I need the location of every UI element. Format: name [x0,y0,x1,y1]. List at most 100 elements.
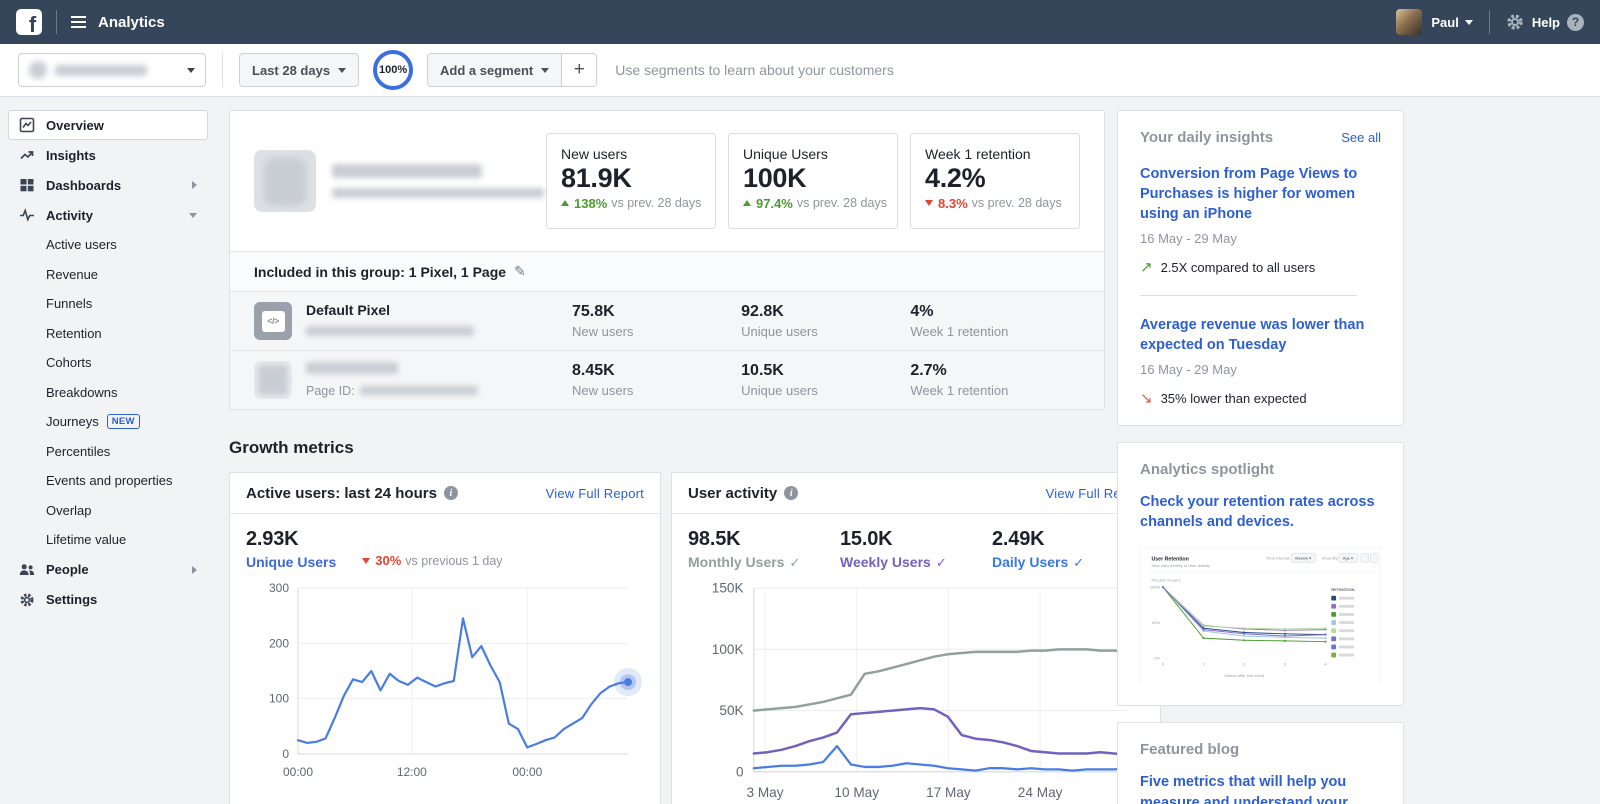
sidebar-item-breakdowns[interactable]: Breakdowns [8,378,208,408]
entity-selector-dropdown[interactable] [18,53,206,87]
add-segment-dropdown[interactable]: Add a segment [427,53,562,87]
featured-blog-card: Featured blog Five metrics that will hel… [1117,722,1404,804]
svg-text:00:00: 00:00 [283,765,313,779]
blog-post-link[interactable]: Five metrics that will help you measure … [1140,772,1381,804]
svg-text:12:00: 12:00 [397,765,427,779]
entity-name[interactable]: Default Pixel [306,302,572,318]
retention-report-thumbnail[interactable]: User RetentionNew User Activity to User … [1140,547,1381,683]
date-range-dropdown[interactable]: Last 28 days [239,53,359,87]
sidebar-item-activity[interactable]: Activity [8,200,208,230]
chevron-down-icon [189,213,197,218]
sidebar-item-active-users[interactable]: Active users [8,230,208,260]
insight-dates: 16 May - 29 May [1140,362,1381,377]
down-triangle-icon [362,558,370,564]
sidebar-item-retention[interactable]: Retention [8,319,208,349]
chevron-right-icon [192,181,197,189]
redacted-page-id [360,386,478,395]
info-icon[interactable]: i [444,486,458,500]
sidebar-item-dashboards[interactable]: Dashboards [8,170,208,200]
monthly-users-toggle[interactable]: Monthly Users✓ [688,554,840,571]
add-segment-plus-button[interactable]: + [561,53,597,87]
user-menu-caret-icon[interactable] [1465,20,1473,25]
facebook-logo[interactable]: f [16,9,42,35]
hamburger-menu-icon[interactable] [71,16,86,28]
nav-divider [1489,10,1490,34]
sidebar-item-insights[interactable]: Insights [8,140,208,170]
spotlight-link[interactable]: Check your retention rates across channe… [1140,492,1381,533]
delta-week1-retention: 8.3%vs prev. 28 days [925,196,1065,211]
sidebar-item-people[interactable]: People [8,555,208,585]
user-activity-line-chart[interactable]: 050K100K150K3 May10 May17 May24 May [688,579,1144,804]
insight-item: Conversion from Page Views to Purchases … [1140,164,1381,276]
stat-card-new-users: New users 81.9K 138%vs prev. 28 days [546,133,716,229]
edit-pencil-icon[interactable]: ✎ [514,263,526,280]
arrow-up-right-icon: ↗ [1140,258,1153,276]
sidebar-item-percentiles[interactable]: Percentiles [8,437,208,467]
metric-unique-users: 92.8KUnique users [741,303,910,339]
sidebar-item-journeys[interactable]: Journeys NEW [8,407,208,437]
active-users-line-chart[interactable]: 010020030000:0012:0000:00 [246,578,644,790]
view-full-report-link[interactable]: View Full Report [546,486,644,501]
svg-text:New User Activity to User Acti: New User Activity to User Activity [1151,563,1210,568]
svg-text:100%: 100% [1150,584,1161,589]
active-users-card: Active users: last 24 hours i View Full … [229,472,661,804]
entity-row-pixel[interactable]: </> Default Pixel 75.8KNew users 92.8KUn… [230,291,1104,350]
settings-gear-icon[interactable] [1506,13,1524,31]
user-activity-card: User activity i View Full Report 98.5K M… [671,472,1161,804]
chevron-down-icon [541,68,549,73]
svg-text:Percent of users: Percent of users [1151,577,1180,582]
metric-new-users: 8.45KNew users [572,362,741,398]
sidebar-item-cohorts[interactable]: Cohorts [8,348,208,378]
insight-stat: ↗2.5X compared to all users [1140,258,1381,276]
sidebar-item-revenue[interactable]: Revenue [8,260,208,290]
delta-new-users: 138%vs prev. 28 days [561,196,701,211]
sidebar-item-funnels[interactable]: Funnels [8,289,208,319]
redacted-group-avatar [254,150,316,212]
svg-text:User Retention: User Retention [1151,556,1188,562]
help-question-icon[interactable]: ? [1567,14,1584,31]
redacted-pixel-id [306,326,474,336]
sidebar-item-lifetime-value[interactable]: Lifetime value [8,525,208,555]
stat-card-week1-retention: Week 1 retention 4.2% 8.3%vs prev. 28 da… [910,133,1080,229]
check-icon: ✓ [936,555,947,570]
see-all-link[interactable]: See all [1341,130,1381,145]
svg-text:50K: 50K [719,703,743,718]
insight-stat: ↘35% lower than expected [1140,389,1381,407]
user-avatar[interactable] [1396,9,1422,35]
people-icon [19,562,35,578]
featured-blog-title: Featured blog [1140,741,1239,758]
activity-icon [19,207,35,223]
segment-hint-text: Use segments to learn about your custome… [615,62,894,78]
entity-row-page[interactable]: Page ID: 8.45KNew users 10.5KUnique user… [230,350,1104,409]
svg-text:24 May: 24 May [1018,785,1063,800]
weekly-users-toggle[interactable]: Weekly Users✓ [840,554,992,571]
insight-link[interactable]: Conversion from Page Views to Purchases … [1140,164,1381,224]
spotlight-title: Analytics spotlight [1140,461,1274,478]
svg-text:3 May: 3 May [746,785,783,800]
sample-rate-badge[interactable]: 100% [373,50,413,90]
new-badge: NEW [107,414,140,429]
chevron-down-icon [338,68,346,73]
sidebar-item-events-and-properties[interactable]: Events and properties [8,466,208,496]
unique-users-label: Unique Users [246,554,336,570]
up-triangle-icon [561,200,569,206]
svg-text:200: 200 [269,636,289,650]
svg-text:0: 0 [282,747,289,761]
svg-text:0: 0 [736,764,744,779]
metric-week1-retention: 4%Week 1 retention [910,303,1079,339]
insight-link[interactable]: Average revenue was lower than expected … [1140,315,1381,355]
filters-toolbar: Last 28 days 100% Add a segment + Use se… [0,44,1600,97]
info-icon[interactable]: i [784,486,798,500]
svg-text:Show By:: Show By: [1322,555,1339,560]
sidebar-item-settings[interactable]: Settings [8,585,208,615]
user-name[interactable]: Paul [1431,15,1458,30]
insights-icon [19,147,35,163]
help-label[interactable]: Help [1532,15,1560,30]
redacted-entity-name [55,65,147,76]
svg-text:100: 100 [269,692,289,706]
svg-text:RETENTION: RETENTION [1331,587,1354,592]
sidebar-item-overview[interactable]: Overview [8,110,208,140]
sidebar-item-overlap[interactable]: Overlap [8,496,208,526]
metric-new-users: 75.8KNew users [572,303,741,339]
svg-text:150K: 150K [712,581,744,596]
